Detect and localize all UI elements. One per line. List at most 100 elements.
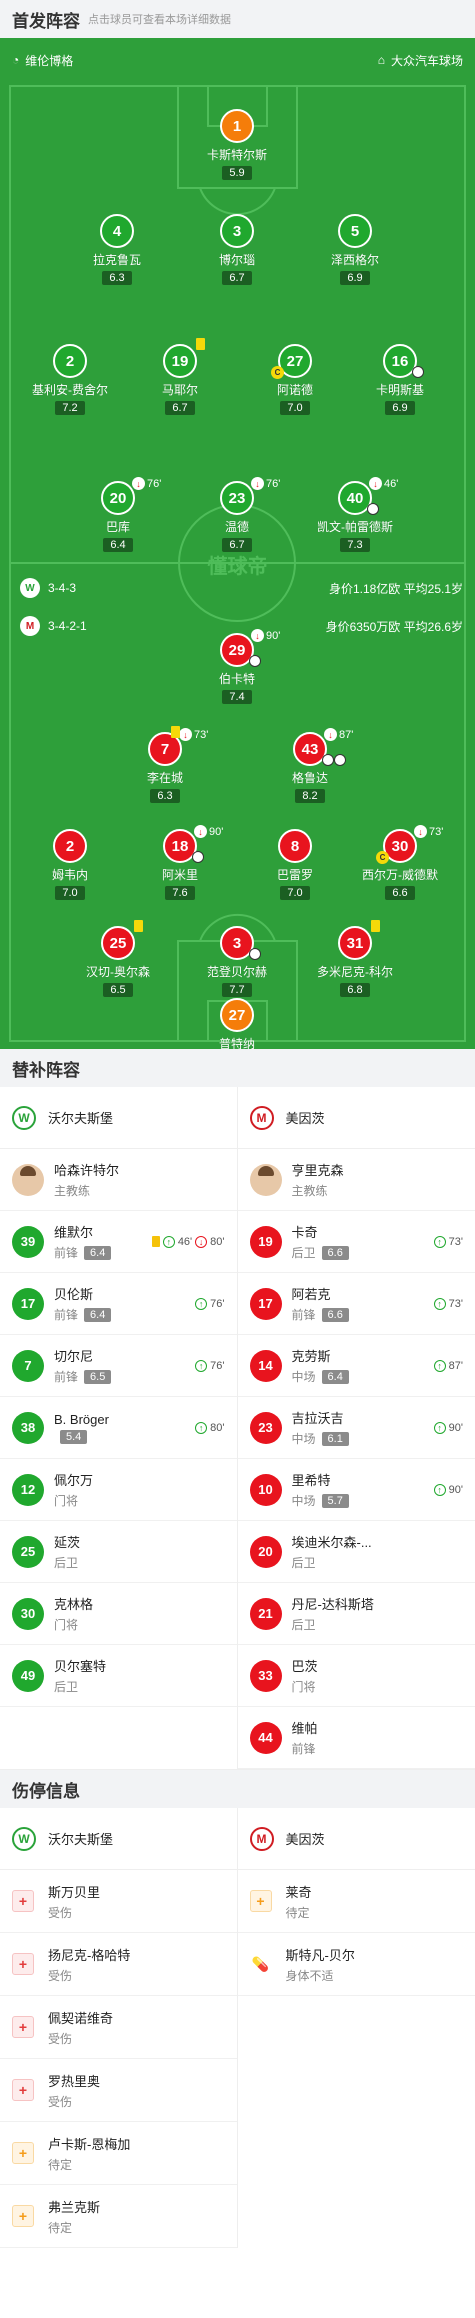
pitch-player[interactable]: 23 ↓ 76' 温德 6.7 <box>177 477 297 553</box>
pitch-player[interactable]: 29 ↓ 90' 伯卡特 7.4 <box>177 629 297 705</box>
sub-player-row[interactable]: 21 丹尼-达科斯塔 后卫 <box>237 1583 475 1645</box>
sub-in-minute: 90' <box>448 1421 463 1434</box>
goal-ball-icon <box>412 366 424 378</box>
player-number-badge: 23 <box>249 1411 282 1444</box>
pitch-player[interactable]: 27 C 阿诺德 7.0 <box>235 344 355 416</box>
pitch-player[interactable]: 30 ↓ 73' C 西尔万-威德默 6.6 <box>340 825 460 901</box>
sub-out-icon: ↓ <box>251 629 264 642</box>
pitch-player[interactable]: 8 巴雷罗 7.0 <box>235 829 355 901</box>
sub-minute: 76' <box>147 477 162 490</box>
sub-out-icon: ↓ <box>324 728 337 741</box>
pitch-player[interactable]: 5 泽西格尔 6.9 <box>295 214 415 286</box>
wolfsburg-logo-icon: W <box>20 578 40 598</box>
player-number-badge: 8 <box>278 829 312 863</box>
sub-player-row[interactable]: 12 佩尔万 门将 <box>0 1459 237 1521</box>
player-number-badge: 33 <box>249 1659 282 1692</box>
sub-player-row[interactable]: 30 克林格 门将 <box>0 1583 237 1645</box>
sub-out-minute: 80' <box>210 1235 225 1248</box>
sub-player-row[interactable]: 17 阿若克 前锋 6.6 ↑ 73' <box>237 1273 475 1335</box>
pitch-player[interactable]: 43 ↓ 87' 格鲁达 8.2 <box>250 728 370 804</box>
yellow-card-icon <box>151 1236 160 1247</box>
sub-player-row[interactable]: 38 B. Bröger 5.4 ↑ 80' <box>0 1397 237 1459</box>
player-name: 贝伦斯 <box>54 1287 94 1302</box>
player-rating: 7.3 <box>340 538 370 552</box>
injury-row[interactable]: + 罗热里奥 受伤 <box>0 2059 237 2122</box>
medical-kit-icon: + <box>12 2016 34 2038</box>
player-number-badge: 44 <box>249 1721 282 1754</box>
sub-out-marker: ↓ 76' <box>132 477 161 490</box>
pitch-player[interactable]: 2 姆韦内 7.0 <box>10 829 130 901</box>
sub-player-row[interactable]: 23 吉拉沃吉 中场 6.1 ↑ 90' <box>237 1397 475 1459</box>
pitch-player[interactable]: 4 拉克鲁瓦 6.3 <box>57 214 177 286</box>
pitch-player[interactable]: 18 ↓ 90' 阿米里 7.6 <box>120 825 240 901</box>
sub-player-row[interactable]: 20 埃迪米尔森-... 后卫 <box>237 1521 475 1583</box>
sub-player-row[interactable]: 25 延茨 后卫 <box>0 1521 237 1583</box>
coach-role: 主教练 <box>54 1184 91 1198</box>
away-team-name: 美因茨 <box>285 1111 325 1126</box>
goal-ball-icon <box>249 655 261 667</box>
away-formation: M 3-4-2-1 <box>20 616 87 636</box>
injury-row[interactable]: + 莱奇 待定 <box>237 1870 475 1933</box>
injury-row[interactable]: 💊 斯特凡-贝尔 身体不适 <box>237 1933 475 1996</box>
sub-events: ↑ 90' <box>433 1483 463 1496</box>
sub-player-row[interactable]: 14 克劳斯 中场 6.4 ↑ 87' <box>237 1335 475 1397</box>
pitch-player[interactable]: 20 ↓ 76' 巴库 6.4 <box>58 477 178 553</box>
pitch-player[interactable]: 1 卡斯特尔斯 5.9 <box>177 109 297 181</box>
player-number-badge: 20 <box>101 481 135 515</box>
sub-minute: 73' <box>429 825 444 838</box>
pitch-player[interactable]: 2 基利安-费舍尔 7.2 <box>10 344 130 416</box>
away-team-row[interactable]: M 美因茨 <box>237 1808 475 1870</box>
coach-role: 主教练 <box>291 1184 328 1198</box>
sub-player-row[interactable]: 17 贝伦斯 前锋 6.4 ↑ 76' <box>0 1273 237 1335</box>
player-rating: 6.6 <box>321 1245 349 1260</box>
away-team-row[interactable]: M 美因茨 <box>237 1087 475 1149</box>
player-number-badge: 1 <box>220 109 254 143</box>
home-team-row[interactable]: W 沃尔夫斯堡 <box>0 1808 237 1870</box>
player-position: 前锋 <box>54 1246 79 1260</box>
player-name: 贝尔塞特 <box>54 1659 107 1674</box>
empty-row <box>238 2122 475 2185</box>
sub-events: ↑ 80' <box>195 1421 225 1434</box>
stadium-name: 大众汽车球场 <box>390 53 463 68</box>
pitch-player[interactable]: 19 马耶尔 6.7 <box>120 338 240 416</box>
goal-ball-icon <box>367 503 379 515</box>
pitch-player[interactable]: 3 博尔瑙 6.7 <box>177 214 297 286</box>
player-position: 后卫 <box>291 1246 316 1260</box>
pitch-player[interactable]: 16 卡明斯基 6.9 <box>340 344 460 416</box>
injury-row[interactable]: + 佩契诺维奇 受伤 <box>0 1996 237 2059</box>
sub-player-row[interactable]: 7 切尔尼 前锋 6.5 ↑ 76' <box>0 1335 237 1397</box>
sub-player-row[interactable]: 19 卡奇 后卫 6.6 ↑ 73' <box>237 1211 475 1273</box>
player-rating: 6.4 <box>84 1245 112 1260</box>
goal-ball-icon <box>192 851 204 863</box>
pitch-player[interactable]: 40 ↓ 46' 凯文-帕雷德斯 7.3 <box>295 477 415 553</box>
pitch-player[interactable]: 27普特纳7.1 <box>177 998 297 1049</box>
sub-player-row[interactable]: 44 维帕 前锋 <box>237 1707 475 1769</box>
player-number-badge: 2 <box>53 829 87 863</box>
sub-player-row[interactable]: 39 维默尔 前锋 6.4 ↑ 46' ↓ 80' <box>0 1211 237 1273</box>
sub-in-minute: 76' <box>210 1359 225 1372</box>
sub-player-row[interactable]: 10 里希特 中场 5.7 ↑ 90' <box>237 1459 475 1521</box>
injury-row[interactable]: + 扬尼克-格哈特 受伤 <box>0 1933 237 1996</box>
injury-row[interactable]: + 卢卡斯-恩梅加 待定 <box>0 2122 237 2185</box>
sub-in-minute: 76' <box>210 1297 225 1310</box>
injury-row[interactable]: + 弗兰克斯 待定 <box>0 2185 237 2248</box>
home-coach[interactable]: 哈森许特尔 主教练 <box>0 1149 237 1211</box>
pitch-player[interactable]: 31 多米尼克-科尔 6.8 <box>295 920 415 998</box>
captain-icon: C <box>271 366 284 379</box>
pitch-player[interactable]: 3 范登贝尔赫 7.7 <box>177 926 297 998</box>
away-coach[interactable]: 亨里克森 主教练 <box>237 1149 475 1211</box>
player-name: 多米尼克-科尔 <box>317 965 393 979</box>
injury-status: 受伤 <box>48 1968 73 1983</box>
player-name: 丹尼-达科斯塔 <box>291 1597 374 1612</box>
pitch-player[interactable]: 25 汉切-奥尔森 6.5 <box>58 920 178 998</box>
player-number-badge: 17 <box>249 1287 282 1320</box>
pitch-player[interactable]: 7 ↓ 73' 李在城 6.3 <box>105 726 225 804</box>
medical-kit-icon: + <box>12 2205 34 2227</box>
sub-player-row[interactable]: 49 贝尔塞特 后卫 <box>0 1645 237 1707</box>
sub-player-row[interactable]: 33 巴茨 门将 <box>237 1645 475 1707</box>
injury-row[interactable]: + 斯万贝里 受伤 <box>0 1870 237 1933</box>
lineup-subtitle: 点击球员可查看本场详细数据 <box>88 14 231 26</box>
home-team-row[interactable]: W 沃尔夫斯堡 <box>0 1087 237 1149</box>
sub-out-marker: ↓ 87' <box>324 728 353 741</box>
sub-out-icon: ↓ <box>195 1235 208 1248</box>
